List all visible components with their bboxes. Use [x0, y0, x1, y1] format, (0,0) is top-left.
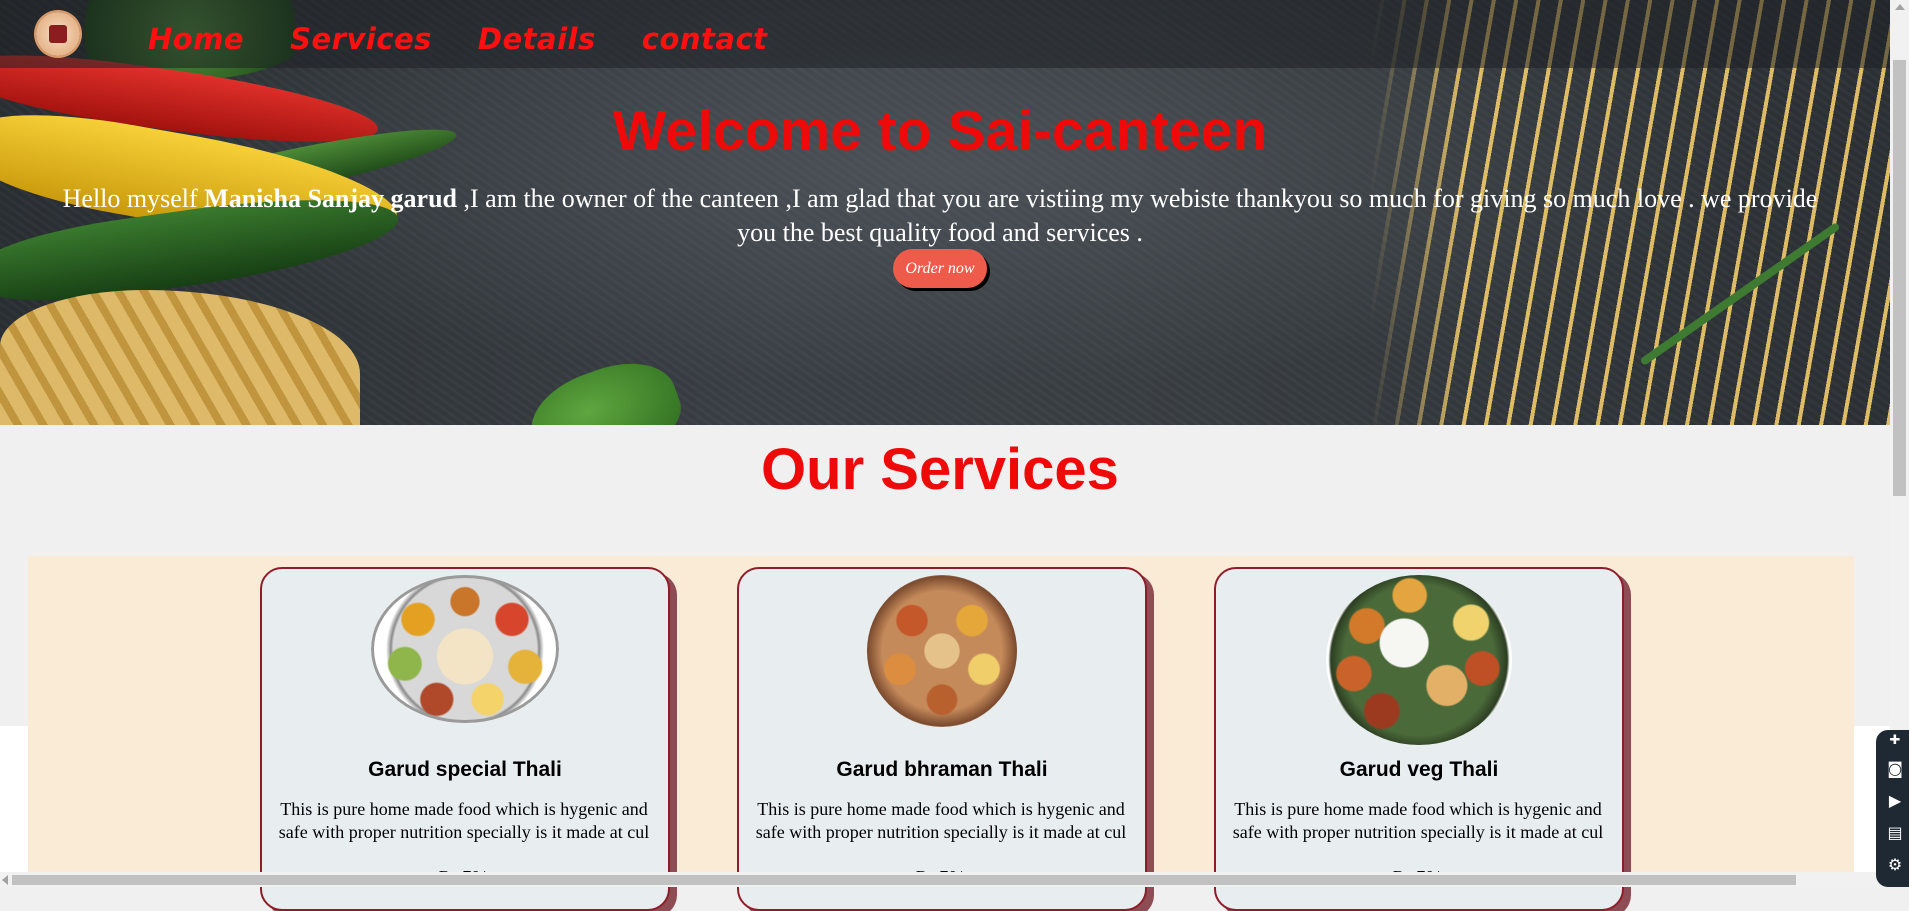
canteen-logo[interactable] — [36, 12, 80, 56]
nav-links: Home Services Details contact — [148, 22, 768, 56]
nav-services-link[interactable]: Services — [290, 22, 432, 56]
card-description: This is pure home made food which is hyg… — [278, 799, 650, 842]
hero-section: Home Services Details contact Welcome to… — [0, 0, 1890, 425]
logo-seal-icon — [49, 25, 67, 43]
horizontal-scroll-thumb[interactable] — [12, 875, 1796, 885]
veg-thali-image — [1326, 575, 1512, 745]
intro-text-start: Hello myself — [62, 184, 205, 213]
hero-intro-text: Hello myself Manisha Sanjay garud ,I am … — [55, 182, 1825, 250]
order-now-button[interactable]: Order now — [893, 249, 987, 288]
capture-toolbar: ✚ ◙ ▶ ▤ ⚙ — [1876, 730, 1909, 887]
video-icon[interactable]: ▶ — [1885, 792, 1905, 810]
services-title: Our Services — [761, 437, 1119, 502]
camera-icon[interactable]: ◙ — [1885, 760, 1905, 778]
settings-icon[interactable]: ⚙ — [1885, 856, 1905, 874]
owner-name: Manisha Sanjay garud — [204, 184, 458, 213]
vertical-scroll-thumb[interactable] — [1893, 60, 1906, 496]
nav-details-link[interactable]: Details — [478, 22, 596, 56]
scroll-up-arrow-icon[interactable] — [1895, 4, 1905, 10]
service-card-special-thali[interactable]: Garud special Thali This is pure home ma… — [260, 567, 670, 911]
nav-contact-link[interactable]: contact — [642, 22, 768, 56]
navbar: Home Services Details contact — [0, 0, 1890, 68]
service-card-bhraman-thali[interactable]: Garud bhraman Thali This is pure home ma… — [737, 567, 1147, 911]
scroll-left-arrow-icon[interactable] — [2, 875, 8, 885]
card-title: Garud veg Thali — [1339, 758, 1499, 781]
card-description: This is pure home made food which is hyg… — [1232, 799, 1604, 842]
card-title: Garud special Thali — [368, 758, 562, 781]
service-card-veg-thali[interactable]: Garud veg Thali This is pure home made f… — [1214, 567, 1624, 911]
card-title: Garud bhraman Thali — [836, 758, 1048, 781]
bhraman-thali-image — [867, 575, 1017, 727]
special-thali-image — [371, 575, 559, 723]
intro-text-end: ,I am the owner of the canteen ,I am gla… — [457, 184, 1818, 247]
hero-title: Welcome to Sai-canteen — [612, 99, 1268, 163]
nav-home-link[interactable]: Home — [148, 22, 244, 56]
gallery-icon[interactable]: ▤ — [1885, 824, 1905, 842]
plus-icon[interactable]: ✚ — [1885, 732, 1905, 750]
card-description: This is pure home made food which is hyg… — [755, 799, 1127, 842]
horizontal-scrollbar[interactable] — [0, 872, 1890, 887]
